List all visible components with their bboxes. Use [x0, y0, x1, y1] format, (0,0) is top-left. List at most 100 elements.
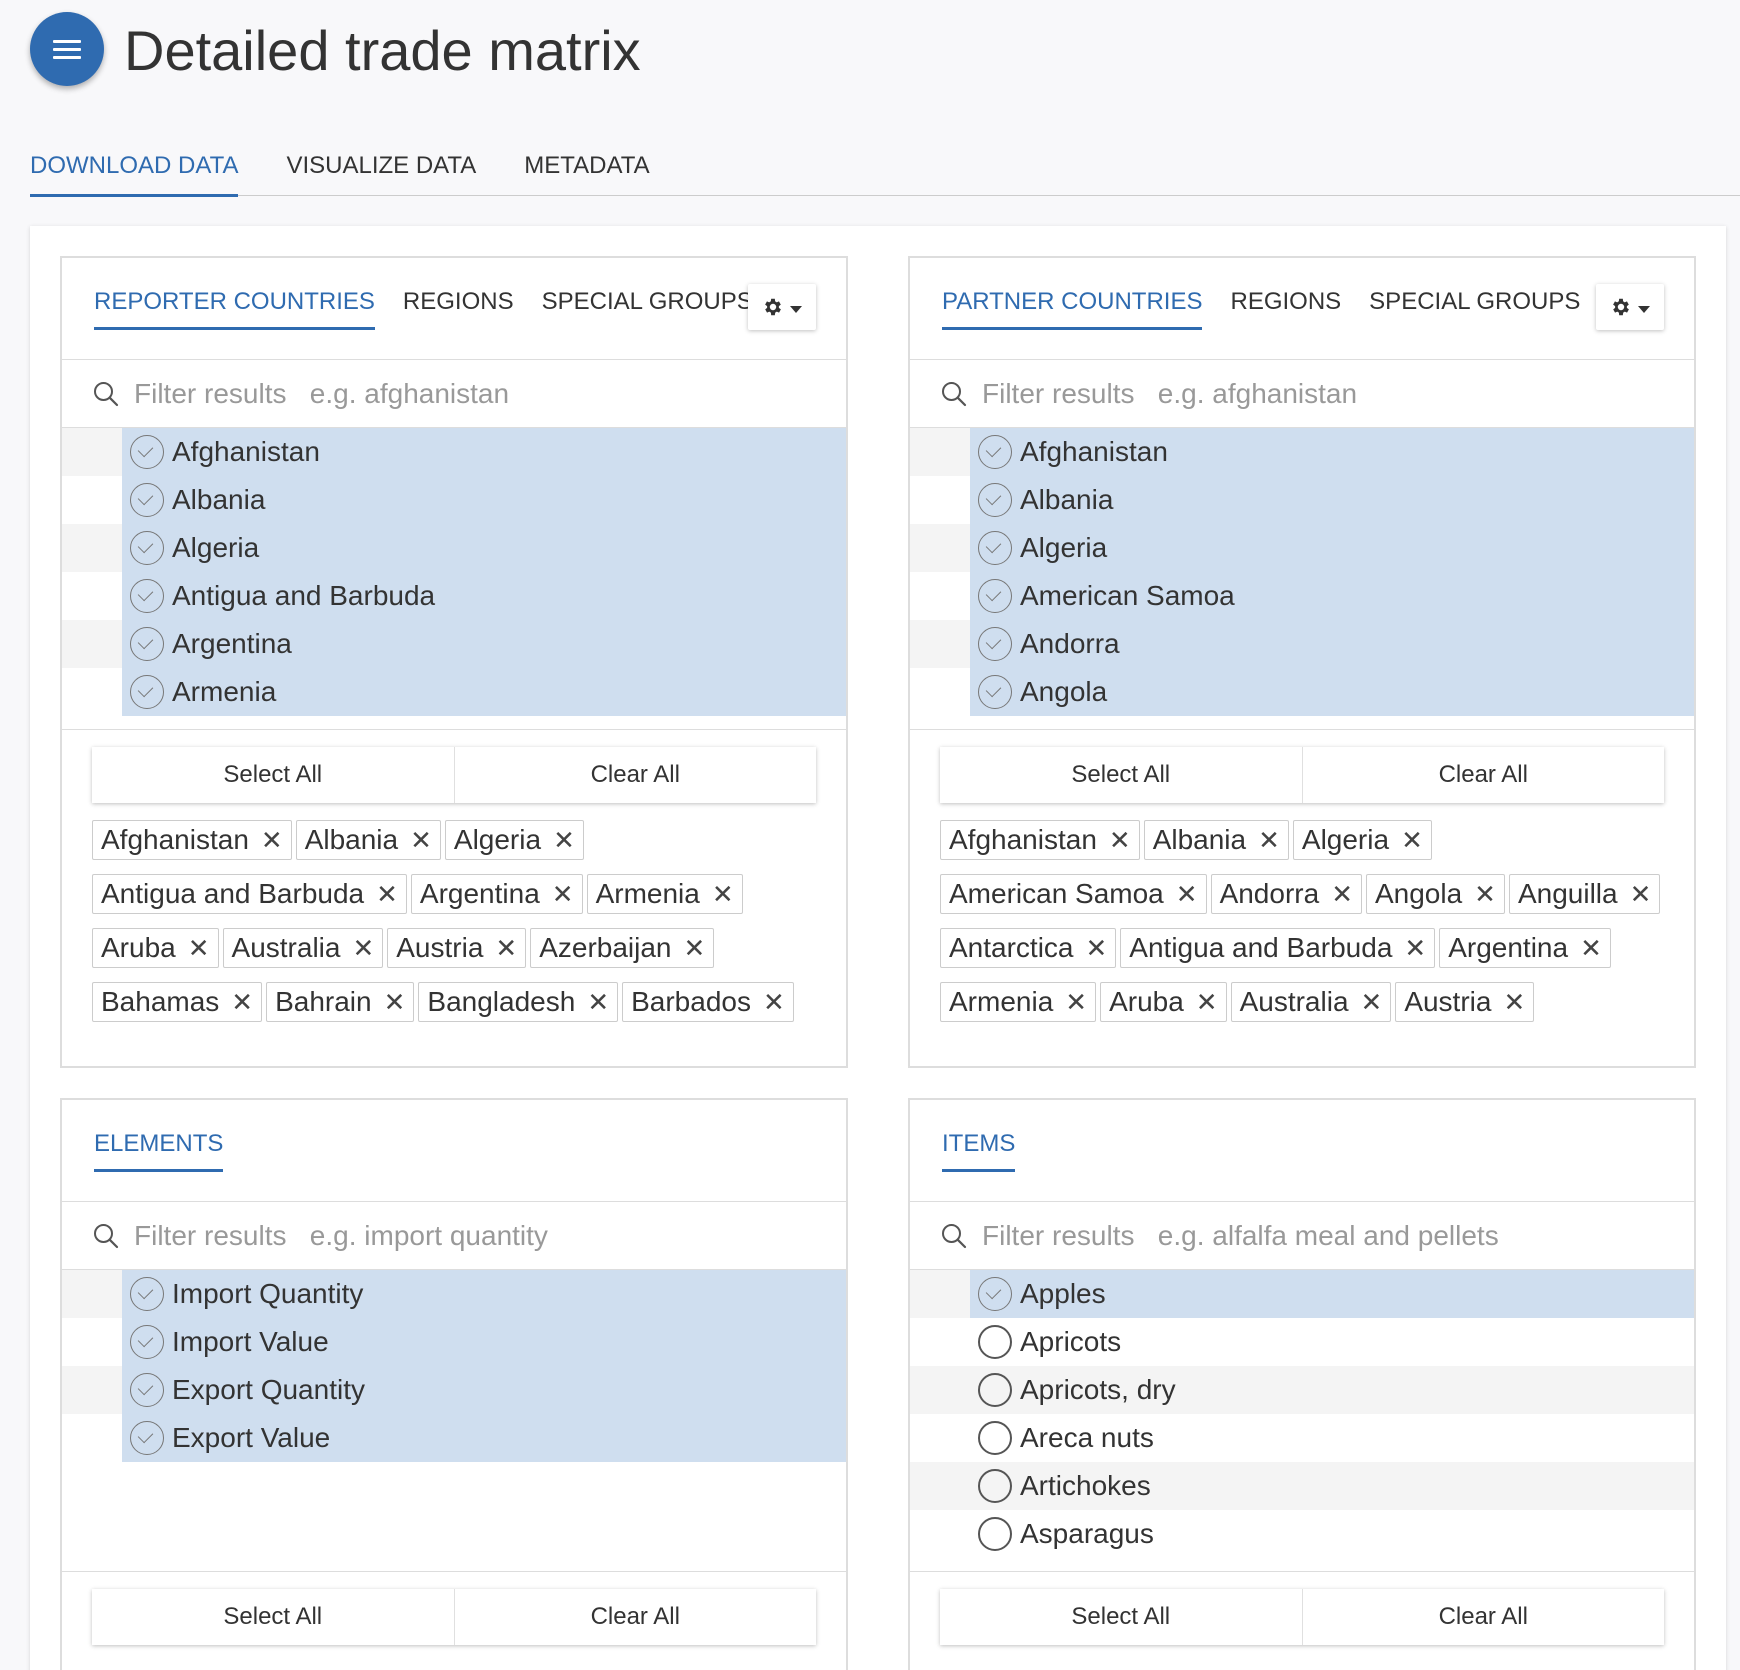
empty-circle-icon[interactable] — [978, 1325, 1012, 1359]
check-circle-icon[interactable] — [978, 579, 1012, 613]
remove-icon[interactable]: ✕ — [1065, 987, 1087, 1018]
check-circle-icon[interactable] — [130, 1421, 164, 1455]
remove-icon[interactable]: ✕ — [231, 987, 253, 1018]
check-circle-icon[interactable] — [130, 483, 164, 517]
selected-chips: Afghanistan ✕ Albania ✕ Algeria ✕ Antigua and … — [62, 820, 846, 1056]
tab-regions[interactable]: REGIONS — [1230, 288, 1341, 330]
select-all-button[interactable]: Select All — [92, 1589, 454, 1645]
remove-icon[interactable]: ✕ — [495, 933, 517, 964]
list-item[interactable]: Afghanistan — [62, 428, 846, 476]
check-circle-icon[interactable] — [130, 1373, 164, 1407]
remove-icon[interactable]: ✕ — [1404, 933, 1426, 964]
remove-icon[interactable]: ✕ — [553, 825, 575, 856]
tab-elements[interactable]: ELEMENTS — [94, 1130, 224, 1172]
list-item[interactable]: Angola — [910, 668, 1694, 716]
remove-icon[interactable]: ✕ — [1176, 879, 1198, 910]
tab-reporter-countries[interactable]: REPORTER COUNTRIES — [94, 288, 375, 330]
list-item[interactable]: Export Quantity — [62, 1366, 846, 1414]
list-item[interactable]: Andorra — [910, 620, 1694, 668]
list-item[interactable]: Areca nuts — [910, 1414, 1694, 1462]
list-item[interactable]: Albania — [910, 476, 1694, 524]
tab-items[interactable]: ITEMS — [942, 1130, 1016, 1172]
empty-circle-icon[interactable] — [978, 1421, 1012, 1455]
remove-icon[interactable]: ✕ — [587, 987, 609, 1018]
check-circle-icon[interactable] — [130, 1277, 164, 1311]
check-circle-icon[interactable] — [978, 531, 1012, 565]
remove-icon[interactable]: ✕ — [1361, 987, 1383, 1018]
list-item[interactable]: Asparagus — [910, 1510, 1694, 1558]
select-all-button[interactable]: Select All — [940, 747, 1302, 803]
list-item[interactable]: Artichokes — [910, 1462, 1694, 1510]
tab-metadata[interactable]: METADATA — [524, 142, 649, 196]
remove-icon[interactable]: ✕ — [188, 933, 210, 964]
filter-input[interactable] — [134, 1219, 814, 1252]
menu-button[interactable] — [30, 12, 104, 86]
remove-icon[interactable]: ✕ — [1331, 879, 1353, 910]
list-item[interactable]: Albania — [62, 476, 846, 524]
tab-special-groups[interactable]: SPECIAL GROUPS — [1369, 288, 1580, 330]
list-item[interactable]: Argentina — [62, 620, 846, 668]
tab-download-data[interactable]: DOWNLOAD DATA — [30, 142, 239, 197]
list-item[interactable]: Import Quantity — [62, 1270, 846, 1318]
clear-all-button[interactable]: Clear All — [1301, 1589, 1664, 1645]
remove-icon[interactable]: ✕ — [1086, 933, 1108, 964]
remove-icon[interactable]: ✕ — [712, 879, 734, 910]
list-item[interactable]: Afghanistan — [910, 428, 1694, 476]
check-circle-icon[interactable] — [978, 1277, 1012, 1311]
list-item[interactable]: Algeria — [62, 524, 846, 572]
list-item[interactable]: Apricots — [910, 1318, 1694, 1366]
list-item[interactable]: Import Value — [62, 1318, 846, 1366]
empty-circle-icon[interactable] — [978, 1373, 1012, 1407]
check-circle-icon[interactable] — [978, 483, 1012, 517]
check-circle-icon[interactable] — [978, 435, 1012, 469]
filter-input[interactable] — [982, 1219, 1662, 1252]
select-all-button[interactable]: Select All — [940, 1589, 1302, 1645]
empty-circle-icon[interactable] — [978, 1469, 1012, 1503]
remove-icon[interactable]: ✕ — [552, 879, 574, 910]
check-circle-icon[interactable] — [130, 1325, 164, 1359]
list-item[interactable]: Antigua and Barbuda — [62, 572, 846, 620]
tab-visualize-data[interactable]: VISUALIZE DATA — [286, 142, 476, 196]
list-item[interactable]: Apricots, dry — [910, 1366, 1694, 1414]
list-item[interactable]: Algeria — [910, 524, 1694, 572]
filter-input[interactable] — [982, 377, 1662, 410]
check-circle-icon[interactable] — [130, 579, 164, 613]
remove-icon[interactable]: ✕ — [1503, 987, 1525, 1018]
remove-icon[interactable]: ✕ — [261, 825, 283, 856]
select-all-button[interactable]: Select All — [92, 747, 454, 803]
tab-special-groups[interactable]: SPECIAL GROUPS — [542, 288, 753, 330]
clear-all-button[interactable]: Clear All — [453, 747, 816, 803]
list-item[interactable]: Apples — [910, 1270, 1694, 1318]
tab-regions[interactable]: REGIONS — [403, 288, 514, 330]
filter-input[interactable] — [134, 377, 814, 410]
remove-icon[interactable]: ✕ — [1401, 825, 1423, 856]
remove-icon[interactable]: ✕ — [1580, 933, 1602, 964]
remove-icon[interactable]: ✕ — [1196, 987, 1218, 1018]
remove-icon[interactable]: ✕ — [376, 879, 398, 910]
settings-button[interactable] — [748, 284, 816, 330]
clear-all-button[interactable]: Clear All — [453, 1589, 816, 1645]
list-item[interactable]: Export Value — [62, 1414, 846, 1462]
check-circle-icon[interactable] — [978, 675, 1012, 709]
list-item[interactable]: Armenia — [62, 668, 846, 716]
clear-all-button[interactable]: Clear All — [1301, 747, 1664, 803]
remove-icon[interactable]: ✕ — [410, 825, 432, 856]
remove-icon[interactable]: ✕ — [1258, 825, 1280, 856]
check-circle-icon[interactable] — [978, 627, 1012, 661]
reporter-panel: REPORTER COUNTRIES REGIONS SPECIAL GROUPS A… — [60, 256, 848, 1068]
check-circle-icon[interactable] — [130, 435, 164, 469]
remove-icon[interactable]: ✕ — [1109, 825, 1131, 856]
remove-icon[interactable]: ✕ — [384, 987, 406, 1018]
check-circle-icon[interactable] — [130, 627, 164, 661]
list-item[interactable]: American Samoa — [910, 572, 1694, 620]
remove-icon[interactable]: ✕ — [1630, 879, 1652, 910]
remove-icon[interactable]: ✕ — [684, 933, 706, 964]
check-circle-icon[interactable] — [130, 675, 164, 709]
empty-circle-icon[interactable] — [978, 1517, 1012, 1551]
remove-icon[interactable]: ✕ — [763, 987, 785, 1018]
remove-icon[interactable]: ✕ — [1474, 879, 1496, 910]
settings-button[interactable] — [1596, 284, 1664, 330]
remove-icon[interactable]: ✕ — [352, 933, 374, 964]
check-circle-icon[interactable] — [130, 531, 164, 565]
tab-partner-countries[interactable]: PARTNER COUNTRIES — [942, 288, 1203, 330]
